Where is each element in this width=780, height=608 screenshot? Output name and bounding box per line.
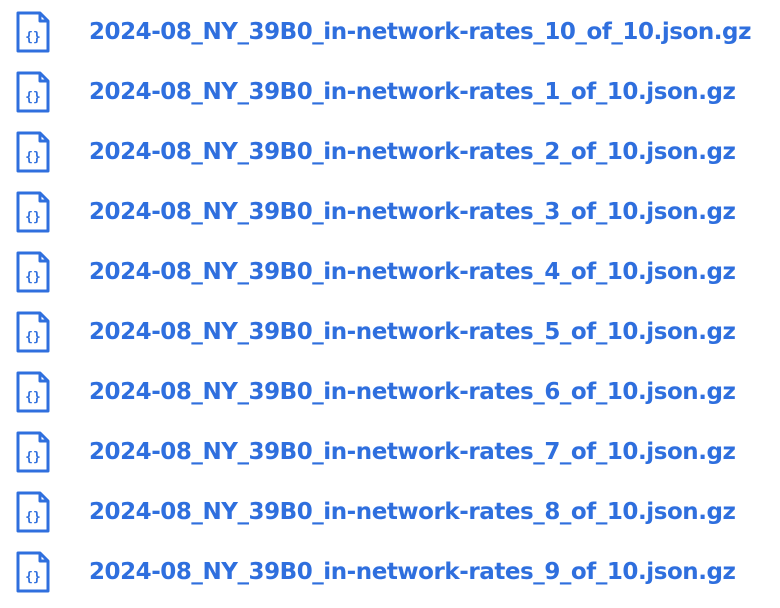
svg-text:{}: {}	[25, 330, 41, 345]
svg-text:{}: {}	[25, 510, 41, 525]
file-name-link[interactable]: 2024-08_NY_39B0_in-network-rates_1_of_10…	[89, 75, 736, 109]
file-name-link[interactable]: 2024-08_NY_39B0_in-network-rates_8_of_10…	[89, 495, 736, 529]
file-row[interactable]: {} 2024-08_NY_39B0_in-network-rates_3_of…	[0, 182, 780, 242]
json-file-icon[interactable]: {}	[16, 551, 50, 593]
file-name-link[interactable]: 2024-08_NY_39B0_in-network-rates_5_of_10…	[89, 315, 736, 349]
json-file-icon[interactable]: {}	[16, 251, 50, 293]
file-row[interactable]: {} 2024-08_NY_39B0_in-network-rates_6_of…	[0, 362, 780, 422]
file-name-link[interactable]: 2024-08_NY_39B0_in-network-rates_4_of_10…	[89, 255, 736, 289]
file-row[interactable]: {} 2024-08_NY_39B0_in-network-rates_4_of…	[0, 242, 780, 302]
json-file-icon[interactable]: {}	[16, 371, 50, 413]
file-row[interactable]: {} 2024-08_NY_39B0_in-network-rates_1_of…	[0, 62, 780, 122]
file-name-link[interactable]: 2024-08_NY_39B0_in-network-rates_10_of_1…	[89, 15, 751, 49]
file-name-link[interactable]: 2024-08_NY_39B0_in-network-rates_9_of_10…	[89, 555, 736, 589]
svg-text:{}: {}	[25, 270, 41, 285]
file-name-link[interactable]: 2024-08_NY_39B0_in-network-rates_3_of_10…	[89, 195, 736, 229]
file-name-link[interactable]: 2024-08_NY_39B0_in-network-rates_2_of_10…	[89, 135, 736, 169]
svg-text:{}: {}	[25, 570, 41, 585]
svg-text:{}: {}	[25, 450, 41, 465]
json-file-icon[interactable]: {}	[16, 311, 50, 353]
file-list: {} 2024-08_NY_39B0_in-network-rates_10_o…	[0, 0, 780, 608]
file-row[interactable]: {} 2024-08_NY_39B0_in-network-rates_7_of…	[0, 422, 780, 482]
svg-text:{}: {}	[25, 30, 41, 45]
svg-text:{}: {}	[25, 150, 41, 165]
svg-text:{}: {}	[25, 390, 41, 405]
json-file-icon[interactable]: {}	[16, 191, 50, 233]
file-row[interactable]: {} 2024-08_NY_39B0_in-network-rates_10_o…	[0, 2, 780, 62]
file-row[interactable]: {} 2024-08_NY_39B0_in-network-rates_8_of…	[0, 482, 780, 542]
svg-text:{}: {}	[25, 90, 41, 105]
json-file-icon[interactable]: {}	[16, 131, 50, 173]
file-name-link[interactable]: 2024-08_NY_39B0_in-network-rates_6_of_10…	[89, 375, 736, 409]
json-file-icon[interactable]: {}	[16, 71, 50, 113]
file-row[interactable]: {} 2024-08_NY_39B0_in-network-rates_9_of…	[0, 542, 780, 602]
svg-text:{}: {}	[25, 210, 41, 225]
json-file-icon[interactable]: {}	[16, 11, 50, 53]
file-name-link[interactable]: 2024-08_NY_39B0_in-network-rates_7_of_10…	[89, 435, 736, 469]
file-row[interactable]: {} 2024-08_NY_39B0_in-network-rates_5_of…	[0, 302, 780, 362]
file-row[interactable]: {} 2024-08_NY_39B0_in-network-rates_2_of…	[0, 122, 780, 182]
json-file-icon[interactable]: {}	[16, 431, 50, 473]
json-file-icon[interactable]: {}	[16, 491, 50, 533]
